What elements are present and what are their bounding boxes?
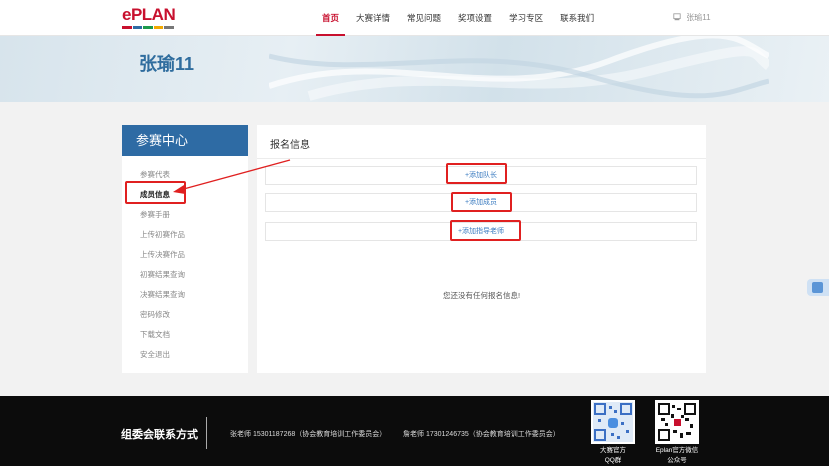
sidebar-item-final-results[interactable]: 决赛结果查询	[122, 285, 248, 305]
wechat-label-line2: 公众号	[667, 457, 687, 464]
sidebar-item-upload-preliminary[interactable]: 上传初赛作品	[122, 225, 248, 245]
nav-contest-details[interactable]: 大赛详情	[356, 0, 390, 36]
logo-color-bars	[122, 26, 174, 29]
floating-side-button[interactable]	[807, 279, 829, 296]
qq-group-qr-code	[591, 400, 635, 444]
qr-code-icon	[657, 402, 697, 442]
nav-home[interactable]: 首页	[315, 0, 346, 36]
contact-zhang: 张老师 15301187268（协会教育培训工作委员会）	[230, 431, 387, 438]
qr-code-icon	[593, 402, 633, 442]
panel-divider	[257, 158, 706, 159]
annotation-box-member-info	[125, 181, 186, 204]
footer: 组委会联系方式 张老师 15301187268（协会教育培训工作委员会） 詹老师…	[0, 396, 829, 466]
chat-icon	[812, 282, 823, 293]
main-nav: 首页 大赛详情 常见问题 奖项设置 学习专区 联系我们	[315, 0, 611, 36]
footer-divider	[206, 417, 207, 449]
banner-decoration	[269, 36, 769, 101]
sidebar: 参赛中心 参赛代表 成员信息 参赛手册 上传初赛作品 上传决赛作品 初赛结果查询…	[122, 125, 248, 373]
sidebar-item-change-password[interactable]: 密码修改	[122, 305, 248, 325]
wechat-label: Eplan官方微信 公众号	[647, 446, 707, 466]
contact-zhan: 詹老师 17301246735（协会教育培训工作委员会）	[403, 431, 560, 438]
user-menu[interactable]: 张瑜11	[673, 0, 711, 36]
sidebar-title: 参赛中心	[122, 125, 248, 156]
qq-group-label: 大赛官方 QQ群	[591, 446, 635, 466]
annotation-box-add-teacher	[450, 220, 521, 241]
sidebar-item-logout[interactable]: 安全退出	[122, 345, 248, 365]
wechat-label-line1: Eplan官方微信	[655, 447, 699, 454]
sidebar-item-upload-final[interactable]: 上传决赛作品	[122, 245, 248, 265]
panel-title: 报名信息	[270, 140, 310, 151]
logo-text: ePLAN	[122, 5, 176, 24]
profile-banner: 张瑜11	[0, 36, 829, 102]
sidebar-item-download-docs[interactable]: 下载文档	[122, 325, 248, 345]
qq-label-line1: 大赛官方	[600, 447, 626, 454]
footer-title: 组委会联系方式	[121, 429, 198, 441]
eplan-logo[interactable]: ePLAN	[122, 5, 176, 31]
qq-label-line2: QQ群	[604, 457, 622, 464]
user-icon	[673, 13, 681, 21]
nav-learning[interactable]: 学习专区	[509, 0, 543, 36]
empty-state-message: 您还没有任何报名信息!	[442, 291, 521, 300]
username-label: 张瑜11	[686, 13, 711, 22]
nav-awards[interactable]: 奖项设置	[458, 0, 492, 36]
annotation-box-add-member	[451, 192, 512, 212]
annotation-box-add-leader	[446, 163, 507, 184]
nav-contact[interactable]: 联系我们	[560, 0, 594, 36]
wechat-qr-code	[655, 400, 699, 444]
top-header: ePLAN 首页 大赛详情 常见问题 奖项设置 学习专区 联系我们 张瑜11	[0, 0, 829, 36]
sidebar-item-preliminary-results[interactable]: 初赛结果查询	[122, 265, 248, 285]
sidebar-item-handbook[interactable]: 参赛手册	[122, 205, 248, 225]
banner-title: 张瑜11	[139, 54, 195, 74]
nav-faq[interactable]: 常见问题	[407, 0, 441, 36]
